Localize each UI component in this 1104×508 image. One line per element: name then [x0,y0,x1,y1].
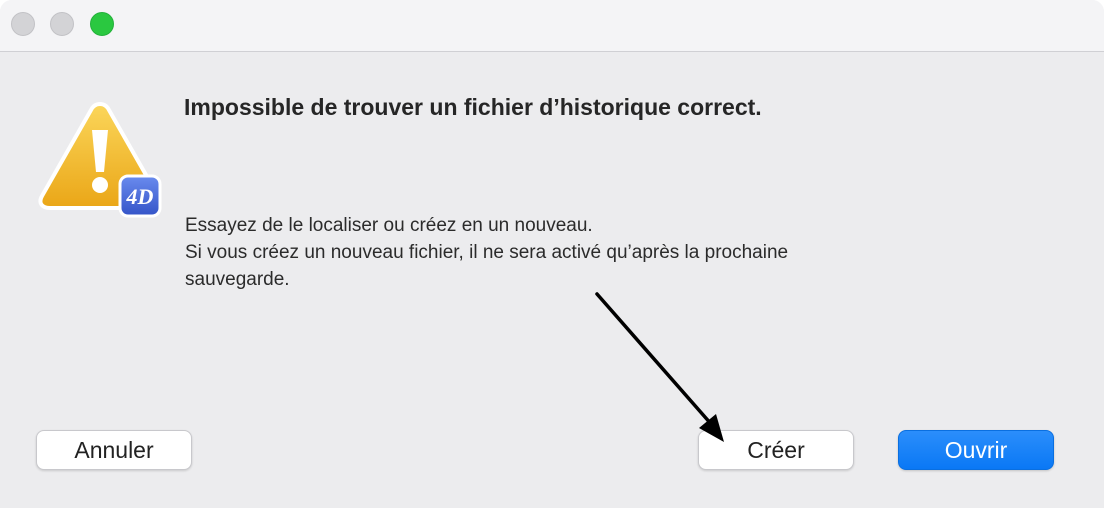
warning-icon: 4D [38,102,162,218]
dialog-message: Essayez de le localiser ou créez en un n… [185,212,1005,293]
message-line: Essayez de le localiser ou créez en un n… [185,215,593,236]
message-line: Si vous créez un nouveau fichier, il ne … [185,242,789,263]
svg-text:4D: 4D [126,184,154,209]
zoom-window-button[interactable] [90,12,114,36]
open-button[interactable]: Ouvrir [898,430,1054,470]
create-button[interactable]: Créer [698,430,854,470]
dialog-title: Impossible de trouver un fichier d’histo… [184,94,762,120]
close-window-button[interactable] [11,12,35,36]
minimize-window-button[interactable] [50,12,74,36]
dialog-window: 4D Impossible de trouver un fichier d’hi… [0,0,1104,508]
title-bar [0,0,1104,52]
message-line: sauvegarde. [185,269,290,290]
4d-badge-icon: 4D [118,174,162,218]
cancel-button[interactable]: Annuler [36,430,192,470]
